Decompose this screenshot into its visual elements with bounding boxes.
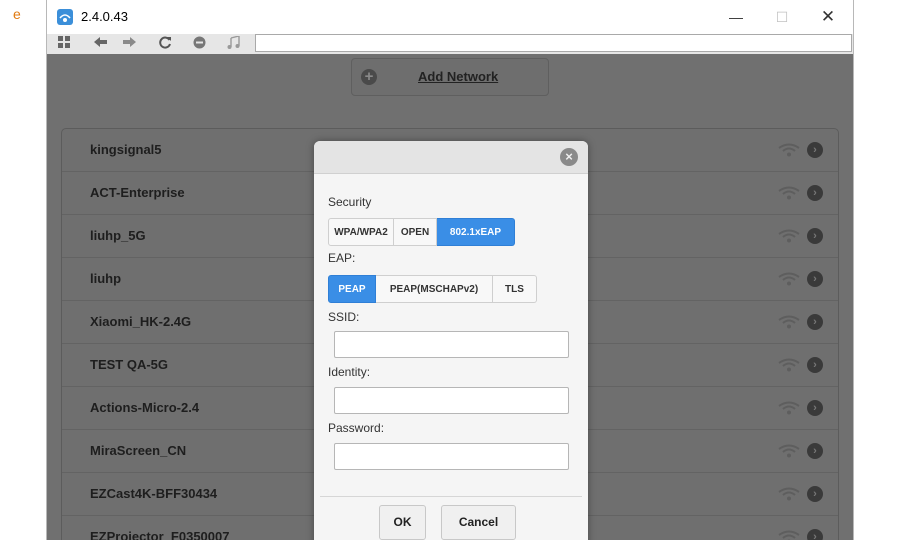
eap-option-tls[interactable]: TLS bbox=[493, 275, 537, 303]
close-icon[interactable]: × bbox=[560, 148, 578, 166]
ssid-label: SSID: bbox=[328, 310, 360, 324]
security-option-open[interactable]: OPEN bbox=[394, 218, 437, 246]
chevron-right-icon[interactable]: › bbox=[807, 400, 823, 416]
wifi-signal-icon bbox=[778, 229, 800, 243]
network-name: TEST QA-5G bbox=[90, 357, 169, 372]
wifi-signal-icon bbox=[778, 530, 800, 540]
wifi-signal-icon bbox=[778, 358, 800, 372]
wifi-signal-icon bbox=[778, 272, 800, 286]
wifi-signal-icon bbox=[778, 401, 800, 415]
maximize-button[interactable]: ☐ bbox=[759, 0, 805, 34]
eap-label: EAP: bbox=[328, 251, 356, 265]
chevron-right-icon[interactable]: › bbox=[807, 142, 823, 158]
eap-option-peap[interactable]: PEAP bbox=[328, 275, 376, 303]
security-option-eap[interactable]: 802.1xEAP bbox=[437, 218, 515, 246]
plus-icon: + bbox=[361, 69, 377, 85]
network-name: ACT-Enterprise bbox=[90, 185, 185, 200]
chevron-right-icon[interactable]: › bbox=[807, 228, 823, 244]
network-name: MiraScreen_CN bbox=[90, 443, 187, 458]
chevron-right-icon[interactable]: › bbox=[807, 271, 823, 287]
network-name: Actions-Micro-2.4 bbox=[90, 400, 200, 415]
title-bar: 2.4.0.43 — ☐ ✕ bbox=[47, 0, 853, 34]
eap-selector: PEAP PEAP(MSCHAPv2) TLS bbox=[328, 275, 537, 303]
music-icon[interactable] bbox=[224, 35, 242, 52]
network-name: liuhp_5G bbox=[90, 228, 146, 243]
app-window: 2.4.0.43 — ☐ ✕ + Add Network kingsignal5… bbox=[46, 0, 854, 540]
add-network-button[interactable]: + Add Network bbox=[351, 58, 549, 96]
network-name: EZProjector_F0350007 bbox=[90, 529, 230, 540]
eap-option-peap-mschapv2[interactable]: PEAP(MSCHAPv2) bbox=[376, 275, 493, 303]
app-icon bbox=[57, 9, 73, 25]
minimize-button[interactable]: — bbox=[713, 0, 759, 34]
stop-icon[interactable] bbox=[190, 36, 208, 52]
network-name: liuhp bbox=[90, 271, 122, 286]
ssid-input[interactable] bbox=[334, 331, 569, 358]
network-name: EZCast4K-BFF30434 bbox=[90, 486, 218, 501]
grid-icon[interactable] bbox=[55, 36, 73, 52]
identity-input[interactable] bbox=[334, 387, 569, 414]
security-selector: WPA/WPA2 OPEN 802.1xEAP bbox=[328, 218, 515, 246]
wifi-signal-icon bbox=[778, 315, 800, 329]
forward-arrow-icon[interactable] bbox=[120, 36, 138, 52]
wifi-signal-icon bbox=[778, 487, 800, 501]
url-input[interactable] bbox=[255, 34, 852, 52]
dialog-header: × bbox=[314, 141, 588, 174]
toolbar bbox=[47, 34, 853, 54]
cancel-button[interactable]: Cancel bbox=[441, 505, 516, 540]
main-content: + Add Network kingsignal5 › ACT-Enterpri… bbox=[47, 54, 853, 540]
chevron-right-icon[interactable]: › bbox=[807, 357, 823, 373]
back-arrow-icon[interactable] bbox=[91, 36, 109, 52]
chevron-right-icon[interactable]: › bbox=[807, 443, 823, 459]
close-button[interactable]: ✕ bbox=[805, 0, 851, 34]
password-input[interactable] bbox=[334, 443, 569, 470]
add-network-dialog: × Security WPA/WPA2 OPEN 802.1xEAP EAP: … bbox=[314, 141, 588, 540]
wifi-signal-icon bbox=[778, 143, 800, 157]
wifi-signal-icon bbox=[778, 444, 800, 458]
security-label: Security bbox=[328, 195, 372, 209]
chevron-right-icon[interactable]: › bbox=[807, 185, 823, 201]
refresh-icon[interactable] bbox=[156, 36, 174, 52]
network-name: kingsignal5 bbox=[90, 142, 162, 157]
network-name: Xiaomi_HK-2.4G bbox=[90, 314, 192, 329]
password-label: Password: bbox=[328, 421, 385, 435]
dialog-footer-divider bbox=[320, 496, 582, 497]
corner-mark: e bbox=[13, 6, 21, 22]
chevron-right-icon[interactable]: › bbox=[807, 314, 823, 330]
add-network-label: Add Network bbox=[418, 69, 499, 84]
chevron-right-icon[interactable]: › bbox=[807, 486, 823, 502]
ok-button[interactable]: OK bbox=[379, 505, 426, 540]
chevron-right-icon[interactable]: › bbox=[807, 529, 823, 540]
window-title: 2.4.0.43 bbox=[81, 9, 128, 24]
security-option-wpa[interactable]: WPA/WPA2 bbox=[328, 218, 394, 246]
wifi-signal-icon bbox=[778, 186, 800, 200]
identity-label: Identity: bbox=[328, 365, 371, 379]
